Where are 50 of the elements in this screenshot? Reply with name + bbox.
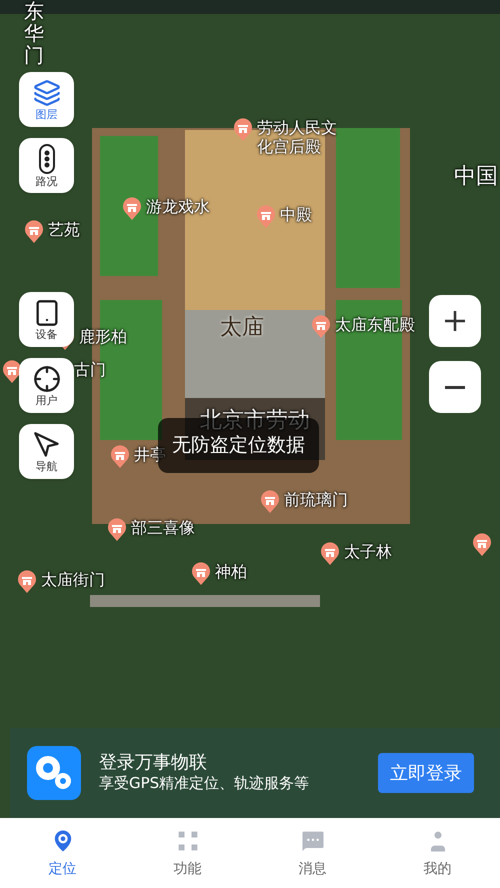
map-poi-label: 太子林 — [344, 542, 392, 562]
plus-icon — [445, 311, 465, 331]
map-poi-label: 艺苑 — [48, 220, 80, 240]
map-poi-label: 太庙东配殿 — [335, 315, 415, 334]
tab-bar-item[interactable]: 消息 — [272, 826, 352, 880]
temple-pin-icon — [107, 518, 127, 542]
map-tool-button[interactable]: 设备 — [19, 292, 74, 347]
tab-bar-item[interactable]: 功能 — [148, 826, 228, 880]
map-poi-label: 部三喜像 — [131, 518, 195, 538]
map-poi-label: 太庙街门 — [41, 570, 105, 590]
zoom-out-button[interactable] — [429, 361, 481, 413]
temple-pin-icon — [110, 445, 130, 469]
map-tool-button[interactable]: 图层 — [19, 72, 74, 127]
layers-icon — [32, 79, 60, 107]
temple-pin-icon — [320, 542, 340, 566]
map-area-label: 北京市劳动 — [200, 407, 310, 435]
map-poi-label: 游龙戏水 — [146, 197, 210, 216]
crosshair-icon — [32, 365, 60, 393]
temple-pin-icon — [260, 490, 280, 514]
banner-subtitle: 享受GPS精准定位、轨迹服务等 — [99, 774, 310, 794]
traffic-light-icon — [38, 144, 56, 174]
temple-pin-icon — [2, 360, 22, 384]
map-poi-label: 神柏 — [215, 562, 247, 582]
temple-pin-icon — [191, 562, 211, 586]
tab-bar-item[interactable]: 我的 — [398, 826, 478, 880]
map-area-label: 中国 — [454, 163, 498, 191]
map-poi-label: 井亭 — [134, 445, 166, 464]
minus-icon — [445, 386, 465, 388]
temple-pin-icon — [24, 220, 44, 244]
map-label: 东华门 — [24, 0, 44, 66]
login-button[interactable]: 立即登录 — [378, 753, 474, 793]
banner-title: 登录万事物联 — [99, 752, 208, 774]
temple-pin-icon — [311, 315, 331, 339]
app-logo-icon — [27, 746, 81, 800]
map-area-label: 太庙 — [220, 314, 264, 342]
map-poi-label: 中殿 — [280, 205, 312, 224]
temple-pin-icon — [17, 570, 37, 594]
temple-pin-icon — [472, 533, 492, 557]
navigation-arrow-icon — [32, 431, 60, 459]
map-poi-label: 鹿形柏 — [79, 327, 127, 346]
temple-pin-icon — [233, 118, 253, 142]
map-tool-button[interactable]: 导航 — [19, 424, 74, 479]
tab-bar-item[interactable]: 定位 — [22, 826, 102, 880]
zoom-in-button[interactable] — [429, 295, 481, 347]
map-poi-label: 前琉璃门 — [284, 490, 348, 510]
map-tool-button[interactable]: 路况 — [19, 138, 74, 193]
temple-pin-icon — [256, 205, 276, 229]
map-poi-label: 古门 — [74, 360, 106, 380]
map-tool-button[interactable]: 用户 — [19, 358, 74, 413]
temple-pin-icon — [122, 197, 142, 221]
